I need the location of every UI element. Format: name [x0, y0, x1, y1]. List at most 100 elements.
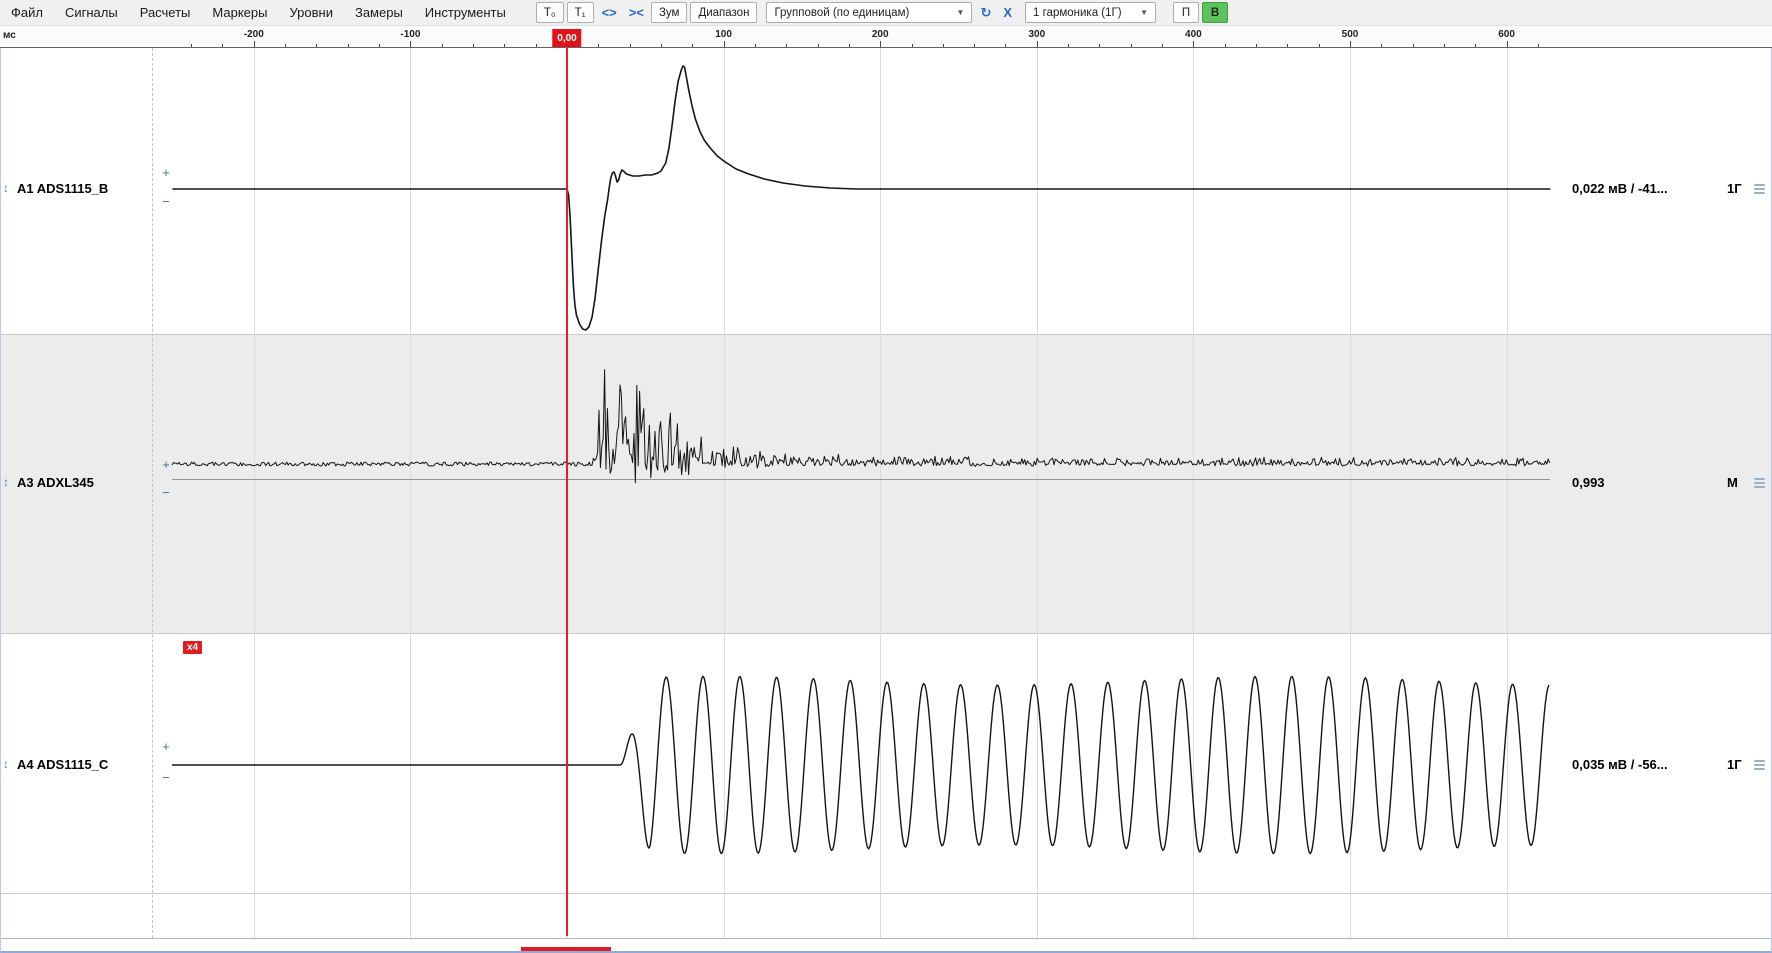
t0-button[interactable]: T₀	[536, 2, 564, 23]
ruler-tick-mark	[1162, 44, 1163, 47]
harmonic-select[interactable]: 1 гармоника (1Г) ▼	[1025, 2, 1156, 23]
channel-drag-icon[interactable]: ↕	[3, 475, 16, 489]
channel-name[interactable]: A1 ADS1115_B	[17, 181, 108, 196]
overview-separator	[0, 938, 1772, 939]
ruler-tick-mark	[1507, 41, 1508, 47]
menu-markers[interactable]: Маркеры	[201, 0, 278, 26]
ruler-tick-mark	[316, 44, 317, 47]
spacer	[1156, 12, 1170, 13]
overview-cursor-marker[interactable]	[521, 947, 611, 951]
gridline	[254, 48, 255, 938]
menu-file[interactable]: Файл	[0, 0, 54, 26]
ruler-tick-mark	[442, 44, 443, 47]
chevron-down-icon: ▼	[947, 8, 965, 17]
ruler-tick-mark	[818, 44, 819, 47]
ruler-tick-mark	[285, 44, 286, 47]
waveform-a1	[172, 66, 1550, 330]
collapse-horizontal-icon[interactable]: ><	[625, 5, 648, 20]
menu-signals[interactable]: Сигналы	[54, 0, 129, 26]
clear-icon[interactable]: X	[999, 5, 1016, 20]
zoom-button[interactable]: Зум	[651, 2, 687, 23]
channel-unit-badge[interactable]: 1Г	[1727, 181, 1742, 196]
label-plot-divider	[152, 48, 153, 938]
scale-increase-button[interactable]: +	[158, 741, 174, 753]
ruler-tick-mark	[504, 44, 505, 47]
ruler-tick-mark	[1193, 41, 1194, 47]
gridline	[1350, 48, 1351, 938]
channel-name[interactable]: A3 ADXL345	[17, 475, 94, 490]
refresh-icon[interactable]: ↻	[976, 5, 995, 21]
ruler-tick-mark	[849, 44, 850, 47]
ruler-tick-mark	[1287, 44, 1288, 47]
channel-name[interactable]: A4 ADS1115_C	[17, 757, 108, 772]
ruler-tick-mark	[222, 44, 223, 47]
menu-levels[interactable]: Уровни	[278, 0, 343, 26]
channel-value: 0,993	[1572, 475, 1605, 490]
gridline	[880, 48, 881, 938]
scale-decrease-button[interactable]: −	[158, 487, 174, 499]
channel-unit-badge[interactable]: М	[1727, 475, 1738, 490]
oscilloscope-app: Файл Сигналы Расчеты Маркеры Уровни Заме…	[0, 0, 1772, 953]
ruler-tick-label: 400	[1185, 29, 1202, 40]
ruler-tick-mark	[880, 41, 881, 47]
ruler-tick-label: -200	[244, 29, 264, 40]
t1-button[interactable]: T₁	[567, 2, 594, 23]
v-mode-button[interactable]: В	[1202, 2, 1228, 23]
waveform-a4	[172, 676, 1549, 853]
ruler-tick-mark	[473, 44, 474, 47]
scale-decrease-button[interactable]: −	[158, 772, 174, 784]
channel-value: 0,022 мВ / -41...	[1572, 181, 1668, 196]
channel-zero-line	[172, 479, 1550, 480]
scale-decrease-button[interactable]: −	[158, 196, 174, 208]
expand-horizontal-icon[interactable]: <>	[598, 5, 621, 20]
ruler-tick-mark	[536, 44, 537, 47]
gridline	[1193, 48, 1194, 938]
ruler-unit-label: мс	[3, 30, 16, 41]
scale-increase-button[interactable]: +	[158, 459, 174, 471]
ruler-tick-label: -100	[400, 29, 420, 40]
range-button[interactable]: Диапазон	[690, 2, 757, 23]
p-mode-button[interactable]: П	[1173, 2, 1199, 23]
ruler-tick-mark	[1131, 44, 1132, 47]
ruler-tick-mark	[1350, 41, 1351, 47]
scale-increase-button[interactable]: +	[158, 167, 174, 179]
ruler-tick-mark	[598, 44, 599, 47]
ruler-tick-mark	[1319, 44, 1320, 47]
ruler-tick-label: 300	[1028, 29, 1045, 40]
ruler-tick-mark	[912, 44, 913, 47]
channel-drag-icon[interactable]: ↕	[3, 757, 16, 771]
channel-drag-icon[interactable]: ↕	[3, 181, 16, 195]
ruler-tick-mark	[786, 44, 787, 47]
time-ruler[interactable]: мс 0,00 -200-100100200300400500600	[0, 26, 1772, 48]
gridline	[724, 48, 725, 938]
ruler-tick-mark	[1413, 44, 1414, 47]
gridline	[410, 48, 411, 938]
ruler-tick-mark	[974, 44, 975, 47]
group-mode-select[interactable]: Групповой (по единицам) ▼	[766, 2, 972, 23]
spacer	[517, 12, 533, 13]
ruler-tick-mark	[630, 44, 631, 47]
channel-menu-icon[interactable]	[1754, 760, 1765, 770]
time-cursor[interactable]	[566, 48, 568, 936]
ruler-tick-mark	[410, 41, 411, 47]
ruler-tick-mark	[1099, 44, 1100, 47]
menu-measurements[interactable]: Замеры	[344, 0, 414, 26]
ruler-tick-mark	[692, 44, 693, 47]
menu-tools[interactable]: Инструменты	[414, 0, 517, 26]
ruler-tick-mark	[755, 44, 756, 47]
channel-menu-icon[interactable]	[1754, 478, 1765, 488]
menu-calculations[interactable]: Расчеты	[129, 0, 202, 26]
ruler-tick-mark	[661, 44, 662, 47]
ruler-tick-mark	[1225, 44, 1226, 47]
ruler-tick-mark	[724, 41, 725, 47]
channel-menu-icon[interactable]	[1754, 184, 1765, 194]
group-mode-value: Групповой (по единицам)	[774, 7, 909, 19]
ruler-tick-label: 200	[872, 29, 889, 40]
ruler-tick-mark	[1005, 44, 1006, 47]
cursor-time-badge[interactable]: 0,00	[552, 29, 581, 47]
channel-unit-badge[interactable]: 1Г	[1727, 757, 1742, 772]
ruler-tick-mark	[191, 44, 192, 47]
ruler-tick-mark	[1444, 44, 1445, 47]
ruler-tick-mark	[1068, 44, 1069, 47]
ruler-tick-mark	[254, 41, 255, 47]
